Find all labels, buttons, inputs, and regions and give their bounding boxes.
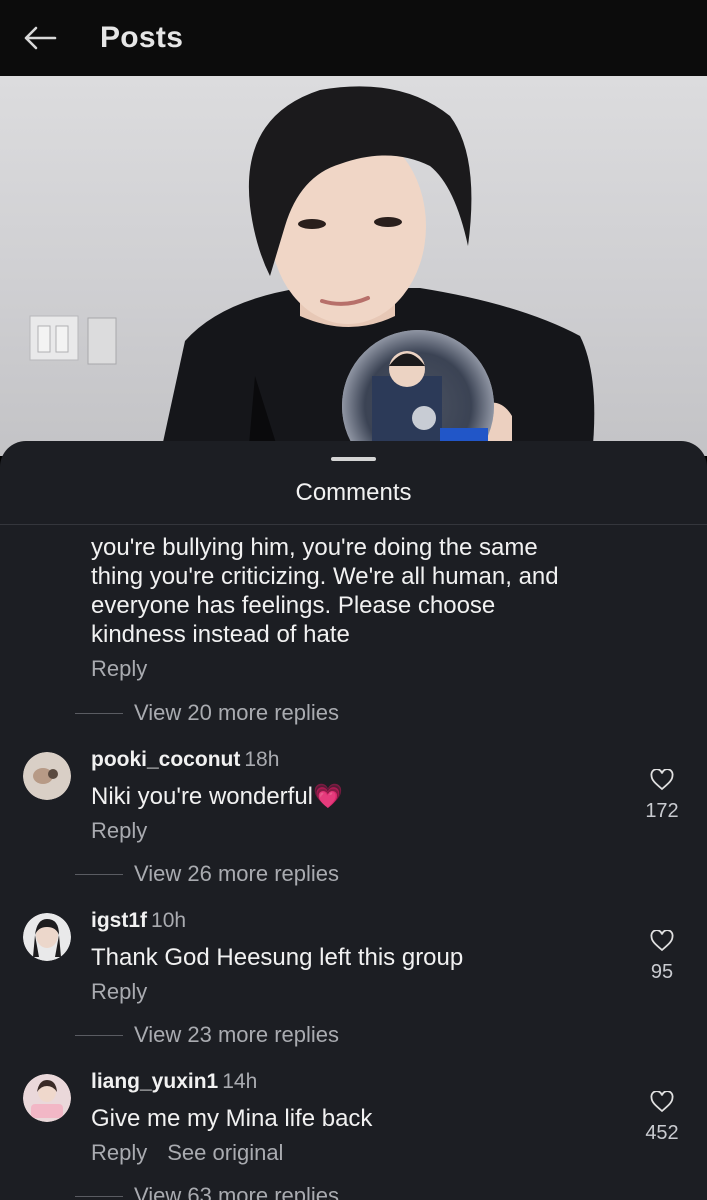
comment-text: Give me my Mina life back: [91, 1105, 373, 1132]
heart-outline-icon: [650, 768, 674, 791]
view-replies-button[interactable]: View 63 more replies: [75, 1183, 339, 1200]
sheet-title: Comments: [295, 479, 412, 506]
like-count: 95: [650, 961, 674, 983]
avatar[interactable]: [23, 1074, 71, 1122]
view-replies-button[interactable]: View 20 more replies: [75, 700, 339, 726]
comment-time: 14h: [222, 1070, 258, 1093]
arrow-left-icon: [24, 26, 57, 50]
like-count: 452: [645, 1122, 679, 1144]
comment-time: 18h: [244, 748, 280, 771]
heart-outline-icon: [650, 1090, 674, 1113]
replies-line: [75, 873, 123, 875]
view-replies-button[interactable]: View 23 more replies: [75, 1022, 339, 1048]
comment-username[interactable]: igst1f: [91, 909, 147, 932]
view-replies-label: View 23 more replies: [134, 1022, 340, 1047]
top-bar: Posts: [0, 0, 707, 76]
avatar[interactable]: [23, 752, 71, 800]
reply-button[interactable]: Reply: [91, 656, 147, 682]
replies-line: [75, 712, 123, 714]
replies-line: [75, 1195, 123, 1197]
heart-outline-icon: [650, 929, 674, 952]
comment-text-line: kindness instead of hate: [91, 621, 350, 648]
view-replies-button[interactable]: View 26 more replies: [75, 861, 339, 887]
comment-text: Thank God Heesung left this group: [91, 944, 464, 971]
like-button[interactable]: 452: [640, 1090, 684, 1145]
like-button[interactable]: 95: [640, 929, 684, 984]
post-photo[interactable]: [0, 76, 707, 456]
drag-handle[interactable]: [331, 457, 376, 461]
comments-list[interactable]: you're bullying him, you're doing the sa…: [0, 525, 707, 1200]
page-title: Posts: [100, 21, 184, 54]
comment-text-line: thing you're criticizing. We're all huma…: [91, 563, 559, 590]
back-button[interactable]: [20, 18, 60, 58]
reply-button[interactable]: Reply: [91, 818, 147, 844]
reply-button[interactable]: Reply: [91, 1140, 147, 1166]
see-original-button[interactable]: See original: [167, 1140, 283, 1166]
like-count: 172: [645, 800, 679, 822]
replies-line: [75, 1034, 123, 1036]
reply-button[interactable]: Reply: [91, 979, 147, 1005]
comment-text-line: you're bullying him, you're doing the sa…: [91, 534, 538, 561]
avatar[interactable]: [23, 913, 71, 961]
comment-text-line: everyone has feelings. Please choose: [91, 592, 496, 619]
comment-text: Niki you're wonderful💗: [91, 783, 343, 810]
like-button[interactable]: 172: [640, 768, 684, 823]
comment-username[interactable]: liang_yuxin1: [91, 1070, 218, 1093]
view-replies-label: View 63 more replies: [134, 1183, 340, 1200]
comment-username[interactable]: pooki_coconut: [91, 748, 240, 771]
view-replies-label: View 26 more replies: [134, 861, 340, 886]
comments-sheet: Comments you're bullying him, you're doi…: [0, 441, 707, 1200]
comment-time: 10h: [151, 909, 187, 932]
view-replies-label: View 20 more replies: [134, 700, 340, 725]
